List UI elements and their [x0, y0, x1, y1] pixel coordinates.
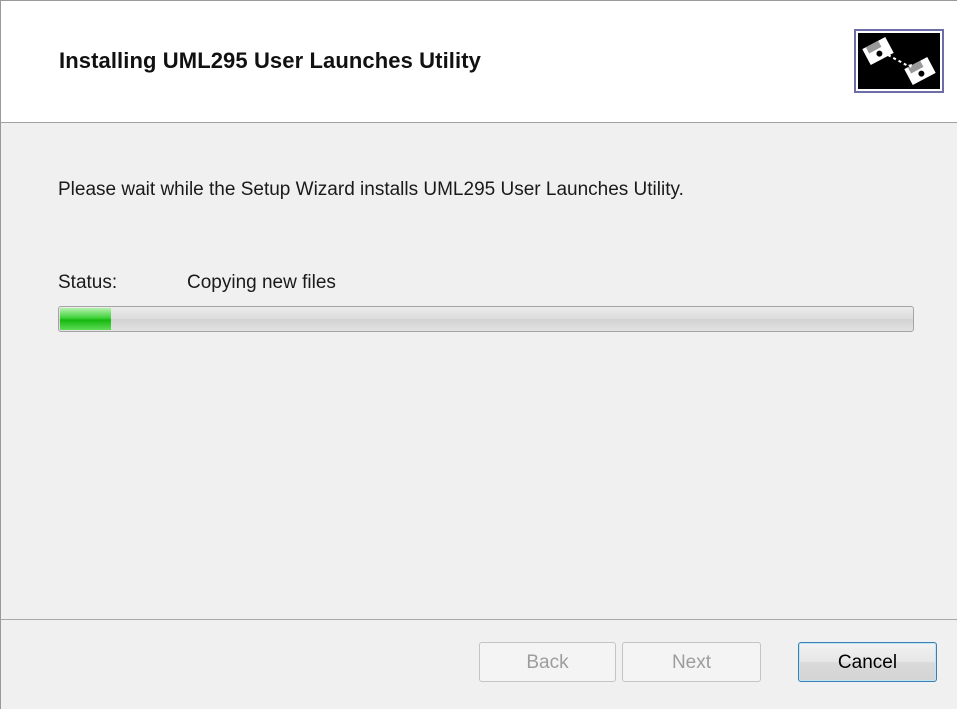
status-value: Copying new files — [187, 272, 336, 293]
progress-bar-fill — [60, 308, 111, 330]
cancel-button[interactable]: Cancel — [798, 642, 937, 682]
back-button[interactable]: Back — [479, 642, 616, 682]
wait-message: Please wait while the Setup Wizard insta… — [58, 179, 684, 200]
status-label: Status: — [58, 272, 118, 293]
next-button[interactable]: Next — [622, 642, 761, 682]
wizard-body: Please wait while the Setup Wizard insta… — [1, 123, 957, 619]
wizard-header: Installing UML295 User Launches Utility — [1, 1, 957, 123]
page-title: Installing UML295 User Launches Utility — [59, 48, 481, 73]
setup-wizard-window: Installing UML295 User Launches Utility — [0, 0, 957, 709]
installer-disks-icon — [854, 29, 944, 93]
footer-divider — [1, 619, 957, 620]
install-progress-bar — [58, 306, 914, 332]
